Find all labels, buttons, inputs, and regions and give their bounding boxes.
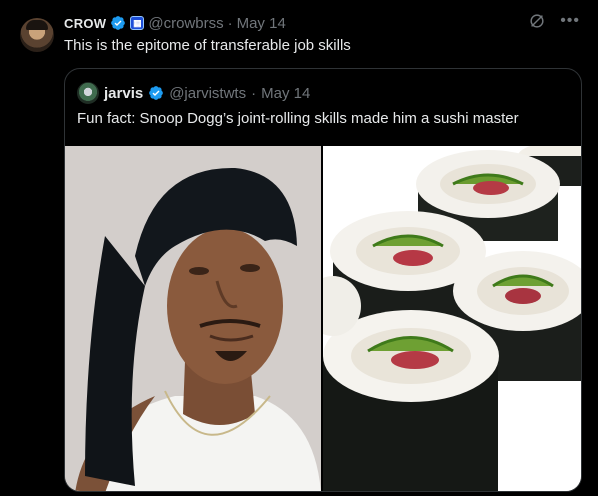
author-avatar[interactable]	[20, 18, 54, 52]
more-icon[interactable]: •••	[560, 13, 580, 29]
affiliate-badge-icon[interactable]: ▦	[130, 16, 145, 30]
quoted-date[interactable]: May 14	[261, 85, 310, 102]
verified-check-icon	[149, 86, 164, 100]
verified-check-icon	[111, 16, 126, 30]
quoted-tweet[interactable]: jarvis @jarvistwts · May 14 Fun fact: Sn…	[64, 68, 582, 492]
tweet-actions: •••	[528, 12, 580, 30]
author-name[interactable]: CROW	[64, 16, 106, 31]
separator-dot: ·	[251, 84, 257, 102]
quoted-text: Fun fact: Snoop Dogg’s joint-rolling ski…	[77, 110, 519, 127]
tweet-header: CROW ▦ @crowbrss · May 14	[64, 13, 286, 33]
quoted-handle[interactable]: @jarvistwts	[169, 85, 246, 102]
quoted-avatar[interactable]	[77, 82, 99, 104]
quoted-media[interactable]	[65, 146, 581, 491]
author-handle[interactable]: @crowbrss	[148, 15, 223, 32]
media-image-sushi[interactable]	[323, 146, 581, 491]
quoted-author-name[interactable]: jarvis	[104, 85, 143, 102]
tweet-text: This is the epitome of transferable job …	[64, 37, 351, 54]
grok-icon[interactable]	[528, 12, 546, 30]
quoted-header: jarvis @jarvistwts · May 14	[77, 82, 310, 104]
media-image-portrait[interactable]	[65, 146, 321, 491]
tweet-date[interactable]: May 14	[237, 15, 286, 32]
separator-dot: ·	[227, 14, 233, 32]
